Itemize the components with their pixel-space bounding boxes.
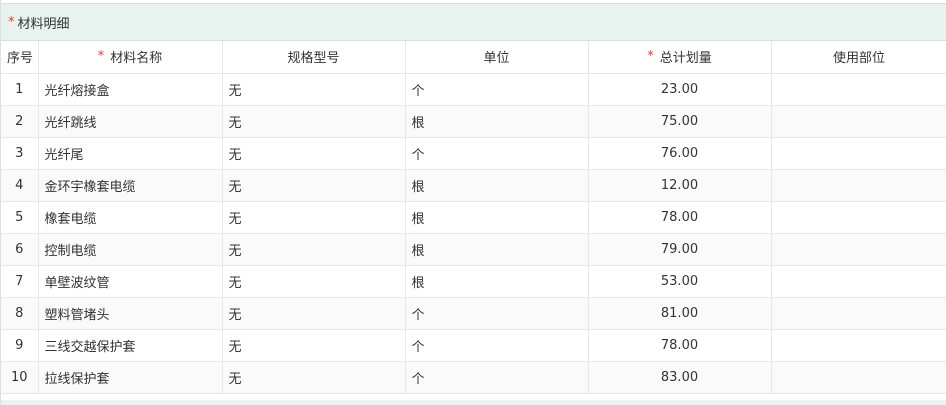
cell-total-plan[interactable]: 75.00 bbox=[588, 105, 772, 138]
cell-spec[interactable]: 无 bbox=[222, 73, 406, 106]
cell-usage-dept[interactable] bbox=[771, 105, 946, 138]
cell-index: 7 bbox=[1, 265, 39, 298]
cell-total-plan[interactable]: 79.00 bbox=[588, 233, 772, 266]
cell-unit[interactable]: 个 bbox=[405, 137, 589, 170]
cell-total-plan[interactable]: 53.00 bbox=[588, 265, 772, 298]
cell-usage-dept[interactable] bbox=[771, 73, 946, 106]
cell-index: 1 bbox=[1, 73, 39, 106]
cell-unit[interactable]: 根 bbox=[405, 233, 589, 266]
horizontal-scrollbar-track[interactable] bbox=[1, 400, 946, 405]
cell-unit[interactable]: 个 bbox=[405, 329, 589, 362]
required-mark: * bbox=[8, 14, 15, 30]
cell-unit[interactable]: 根 bbox=[405, 265, 589, 298]
table-row[interactable]: 6 控制电缆 无 根 79.00 bbox=[1, 233, 946, 266]
material-details-panel: * 材料明细 序号 * 材料名称 规格型号 单位 * 总计划量 使用部位 1 光… bbox=[0, 0, 946, 405]
cell-usage-dept[interactable] bbox=[771, 169, 946, 202]
cell-name[interactable]: 光纤跳线 bbox=[38, 105, 223, 138]
cell-total-plan[interactable]: 78.00 bbox=[588, 329, 772, 362]
cell-usage-dept[interactable] bbox=[771, 329, 946, 362]
column-header-label: 序号 bbox=[7, 51, 34, 67]
cell-spec[interactable]: 无 bbox=[222, 137, 406, 170]
table-row[interactable]: 2 光纤跳线 无 根 75.00 bbox=[1, 105, 946, 138]
column-header-label: 单位 bbox=[483, 51, 510, 67]
table-row[interactable]: 1 光纤熔接盒 无 个 23.00 bbox=[1, 73, 946, 106]
cell-usage-dept[interactable] bbox=[771, 361, 946, 394]
column-header-label: 材料名称 bbox=[110, 51, 163, 67]
section-title: 材料明细 bbox=[17, 16, 70, 32]
cell-name[interactable]: 拉线保护套 bbox=[38, 361, 223, 394]
column-header-spec: 规格型号 bbox=[222, 41, 406, 74]
table-row[interactable]: 9 三线交越保护套 无 个 78.00 bbox=[1, 329, 946, 362]
materials-table: 序号 * 材料名称 规格型号 单位 * 总计划量 使用部位 1 光纤熔接盒 无 … bbox=[1, 41, 946, 394]
cell-name[interactable]: 控制电缆 bbox=[38, 233, 223, 266]
cell-name[interactable]: 光纤熔接盒 bbox=[38, 73, 223, 106]
cell-total-plan[interactable]: 81.00 bbox=[588, 297, 772, 330]
cell-total-plan[interactable]: 83.00 bbox=[588, 361, 772, 394]
cell-index: 5 bbox=[1, 201, 39, 234]
required-mark: * bbox=[97, 49, 105, 65]
table-row[interactable]: 8 塑料管堵头 无 个 81.00 bbox=[1, 297, 946, 330]
cell-index: 10 bbox=[1, 361, 39, 394]
cell-index: 8 bbox=[1, 297, 39, 330]
cell-name[interactable]: 三线交越保护套 bbox=[38, 329, 223, 362]
column-header-usage-dept: 使用部位 bbox=[771, 41, 946, 74]
column-header-label: 使用部位 bbox=[832, 51, 885, 67]
cell-total-plan[interactable]: 76.00 bbox=[588, 137, 772, 170]
cell-name[interactable]: 金环宇橡套电缆 bbox=[38, 169, 223, 202]
table-row[interactable]: 5 橡套电缆 无 根 78.00 bbox=[1, 201, 946, 234]
cell-index: 2 bbox=[1, 105, 39, 138]
cell-index: 6 bbox=[1, 233, 39, 266]
cell-spec[interactable]: 无 bbox=[222, 233, 406, 266]
column-header-name: * 材料名称 bbox=[38, 41, 223, 74]
cell-index: 3 bbox=[1, 137, 39, 170]
cell-usage-dept[interactable] bbox=[771, 137, 946, 170]
section-header: * 材料明细 bbox=[1, 3, 946, 41]
cell-spec[interactable]: 无 bbox=[222, 329, 406, 362]
table-row[interactable]: 10 拉线保护套 无 个 83.00 bbox=[1, 361, 946, 394]
cell-unit[interactable]: 根 bbox=[405, 201, 589, 234]
cell-spec[interactable]: 无 bbox=[222, 201, 406, 234]
cell-name[interactable]: 橡套电缆 bbox=[38, 201, 223, 234]
cell-index: 9 bbox=[1, 329, 39, 362]
cell-unit[interactable]: 根 bbox=[405, 169, 589, 202]
cell-total-plan[interactable]: 12.00 bbox=[588, 169, 772, 202]
cell-usage-dept[interactable] bbox=[771, 265, 946, 298]
cell-name[interactable]: 塑料管堵头 bbox=[38, 297, 223, 330]
column-header-label: 总计划量 bbox=[659, 51, 712, 67]
table-row[interactable]: 7 单壁波纹管 无 根 53.00 bbox=[1, 265, 946, 298]
cell-total-plan[interactable]: 23.00 bbox=[588, 73, 772, 106]
cell-spec[interactable]: 无 bbox=[222, 169, 406, 202]
cell-unit[interactable]: 个 bbox=[405, 73, 589, 106]
cell-usage-dept[interactable] bbox=[771, 201, 946, 234]
table-row[interactable]: 4 金环宇橡套电缆 无 根 12.00 bbox=[1, 169, 946, 202]
cell-unit[interactable]: 个 bbox=[405, 361, 589, 394]
cell-total-plan[interactable]: 78.00 bbox=[588, 201, 772, 234]
cell-name[interactable]: 单壁波纹管 bbox=[38, 265, 223, 298]
column-header-label: 规格型号 bbox=[287, 51, 340, 67]
column-header-total-plan: * 总计划量 bbox=[588, 41, 772, 74]
table-header-row: 序号 * 材料名称 规格型号 单位 * 总计划量 使用部位 bbox=[1, 41, 946, 74]
cell-spec[interactable]: 无 bbox=[222, 105, 406, 138]
cell-usage-dept[interactable] bbox=[771, 297, 946, 330]
cell-unit[interactable]: 根 bbox=[405, 105, 589, 138]
cell-name[interactable]: 光纤尾 bbox=[38, 137, 223, 170]
cell-index: 4 bbox=[1, 169, 39, 202]
cell-spec[interactable]: 无 bbox=[222, 361, 406, 394]
cell-spec[interactable]: 无 bbox=[222, 297, 406, 330]
table-row[interactable]: 3 光纤尾 无 个 76.00 bbox=[1, 137, 946, 170]
cell-spec[interactable]: 无 bbox=[222, 265, 406, 298]
column-header-index: 序号 bbox=[1, 41, 39, 74]
cell-usage-dept[interactable] bbox=[771, 233, 946, 266]
required-mark: * bbox=[647, 49, 654, 65]
cell-unit[interactable]: 个 bbox=[405, 297, 589, 330]
column-header-unit: 单位 bbox=[405, 41, 589, 74]
